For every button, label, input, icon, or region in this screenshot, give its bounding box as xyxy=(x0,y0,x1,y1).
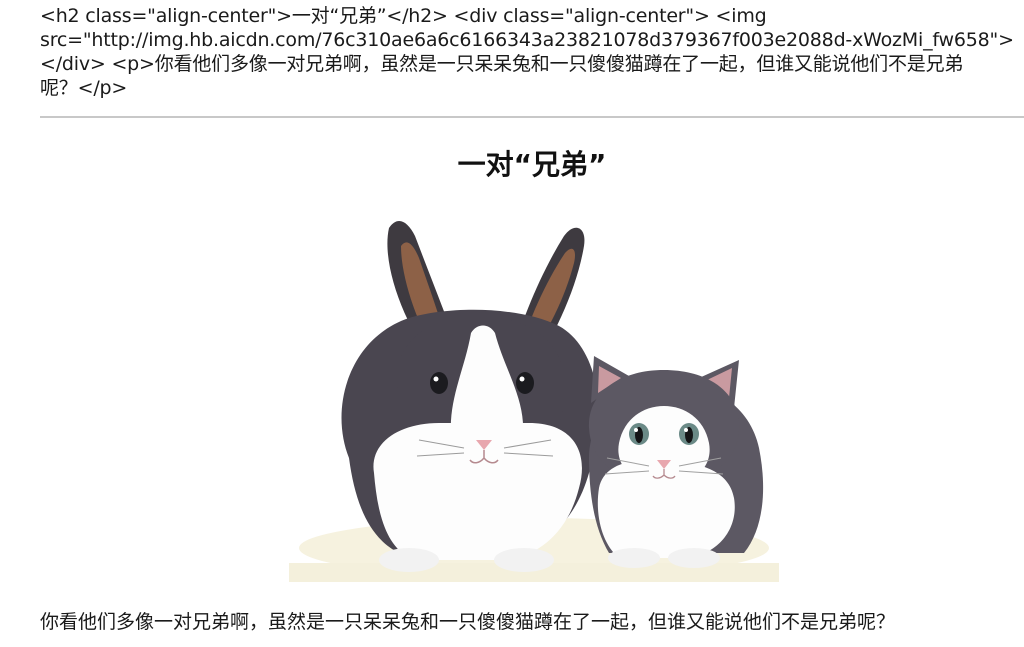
source-line-3: </div> <p>你看他们多像一对兄弟啊，虽然是一只呆呆兔和一只傻傻猫蹲在了一… xyxy=(40,53,964,75)
rabbit-and-kitten-image xyxy=(289,208,779,582)
source-line-1: <h2 class="align-center">一对“兄弟”</h2> <di… xyxy=(40,5,767,27)
source-line-4: 呢？</p> xyxy=(40,77,128,99)
preview-title: 一对“兄弟” xyxy=(457,148,607,181)
preview-divider xyxy=(40,116,1024,118)
editor-page: <h2 class="align-center">一对“兄弟”</h2> <di… xyxy=(0,0,1024,647)
html-source-code[interactable]: <h2 class="align-center">一对“兄弟”</h2> <di… xyxy=(40,4,1024,100)
preview-paragraph: 你看他们多像一对兄弟啊，虽然是一只呆呆兔和一只傻傻猫蹲在了一起，但谁又能说他们不… xyxy=(40,611,896,633)
source-line-2: src="http://img.hb.aicdn.com/76c310ae6a6… xyxy=(40,29,1014,51)
